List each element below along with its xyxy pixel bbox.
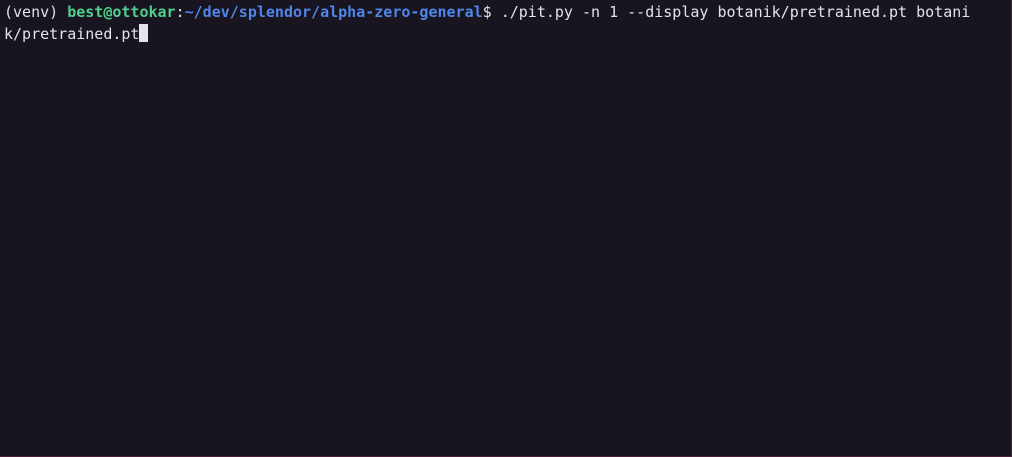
command-text-wrapped: k/pretrained.pt (4, 25, 140, 43)
prompt-symbol: $ (482, 3, 501, 21)
terminal-output: (venv) best@ottokar:~/dev/splendor/alpha… (4, 1, 1008, 45)
text-cursor (139, 24, 149, 42)
command-continuation-line: k/pretrained.pt (4, 23, 1008, 45)
prompt-line: (venv) best@ottokar:~/dev/splendor/alpha… (4, 1, 1008, 23)
prompt-separator: : (175, 3, 185, 21)
venv-indicator: (venv) (4, 3, 68, 21)
user-host: best@ottokar (67, 3, 176, 21)
terminal-window[interactable]: (venv) best@ottokar:~/dev/splendor/alpha… (0, 0, 1012, 457)
current-directory: ~/dev/splendor/alpha-zero-general (184, 3, 483, 21)
command-text: ./pit.py -n 1 --display botanik/pretrain… (500, 3, 971, 21)
